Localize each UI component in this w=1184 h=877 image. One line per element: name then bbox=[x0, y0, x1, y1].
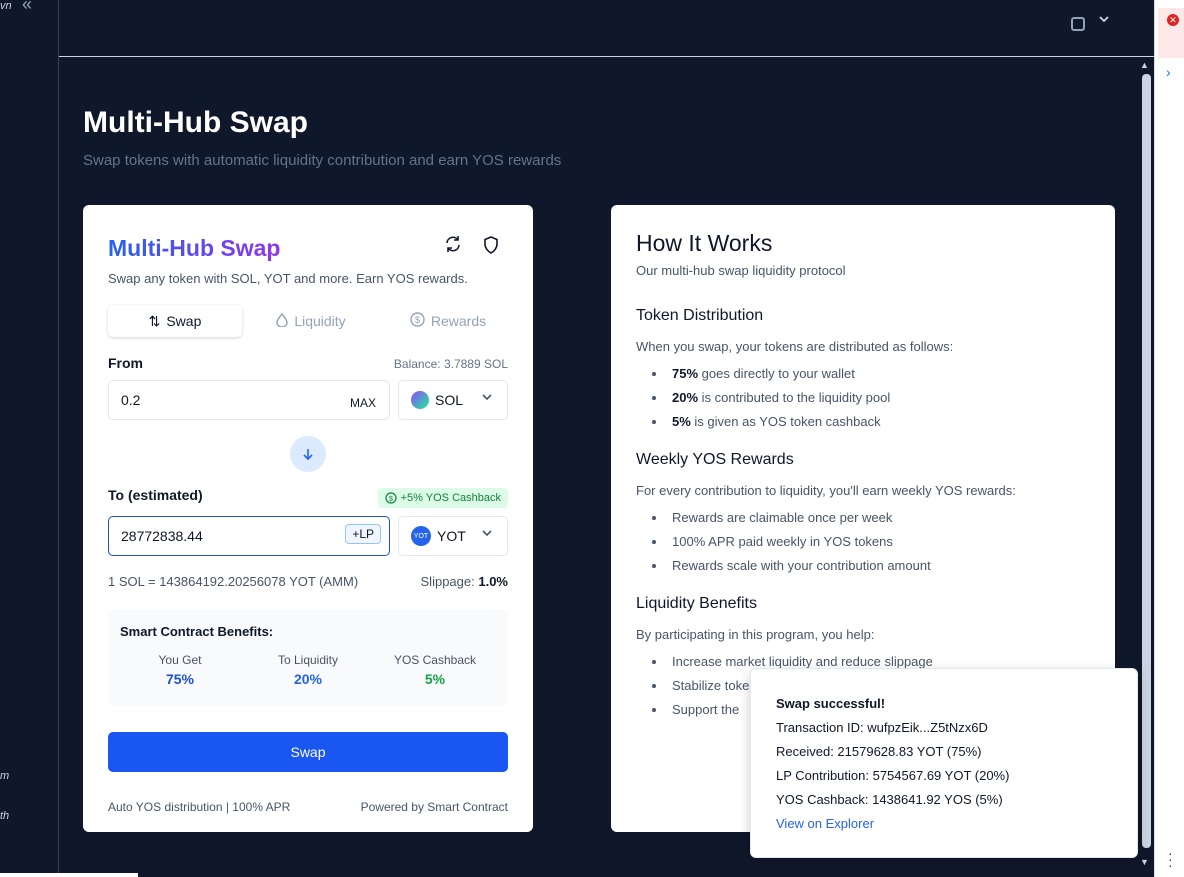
scrollbar-thumb[interactable] bbox=[1142, 74, 1151, 848]
from-label: From bbox=[108, 355, 143, 371]
swap-card-subtitle: Swap any token with SOL, YOT and more. E… bbox=[108, 271, 468, 286]
benefit-label: YOS Cashback bbox=[393, 653, 477, 667]
list-item: Rewards scale with your contribution amo… bbox=[652, 554, 931, 578]
toast-title: Swap successful! bbox=[776, 696, 886, 711]
benefits-panel: Smart Contract Benefits: You Get 75% To … bbox=[108, 609, 508, 706]
dollar-coin-icon: $ bbox=[385, 492, 397, 504]
sidebar-text-fragment: th bbox=[0, 810, 10, 822]
slippage-label: Slippage: bbox=[420, 574, 475, 589]
section-title: Token Distribution bbox=[636, 307, 764, 324]
max-button[interactable]: MAX bbox=[350, 396, 376, 410]
slippage-info: Slippage: 1.0% bbox=[421, 574, 508, 589]
swap-card-title: Multi-Hub Swap bbox=[108, 235, 281, 261]
arrow-down-icon bbox=[303, 449, 313, 461]
tab-label: Liquidity bbox=[294, 313, 346, 329]
to-token-select[interactable]: YOT YOT bbox=[398, 516, 508, 556]
cashback-badge: $ +5% YOS Cashback bbox=[377, 488, 508, 508]
to-amount-value: 28772838.44 bbox=[121, 528, 203, 544]
from-amount-value: 0.2 bbox=[121, 392, 141, 408]
collapse-sidebar-icon[interactable]: « bbox=[22, 0, 32, 15]
refresh-icon[interactable] bbox=[444, 235, 462, 258]
list-item: 20% is contributed to the liquidity pool bbox=[652, 386, 890, 410]
to-token-symbol: YOT bbox=[437, 528, 466, 544]
benefit-yos-cashback: YOS Cashback 5% bbox=[380, 653, 490, 687]
benefits-title: Smart Contract Benefits: bbox=[120, 624, 274, 639]
benefit-to-liquidity: To Liquidity 20% bbox=[253, 653, 363, 687]
chevron-down-icon bbox=[481, 391, 493, 406]
to-label: To (estimated) bbox=[108, 487, 203, 503]
swap-arrows-icon: ⇅ bbox=[148, 312, 161, 329]
tab-swap[interactable]: ⇅ Swap bbox=[108, 305, 242, 337]
benefit-value: 75% bbox=[165, 671, 195, 687]
dollar-coin-icon: $ bbox=[410, 312, 425, 330]
section-description: When you swap, your tokens are distribut… bbox=[636, 339, 954, 354]
more-options-icon[interactable]: · · · bbox=[1168, 846, 1173, 872]
tab-label: Rewards bbox=[430, 313, 487, 329]
from-token-symbol: SOL bbox=[435, 392, 464, 408]
tab-label: Swap bbox=[166, 313, 202, 329]
svg-text:$: $ bbox=[389, 496, 393, 503]
list-item: 100% APR paid weekly in YOS tokens bbox=[652, 530, 931, 554]
sol-token-icon bbox=[411, 391, 429, 409]
chevron-right-icon[interactable]: › bbox=[1166, 64, 1171, 80]
footer-right-text: Powered by Smart Contract bbox=[360, 800, 508, 814]
page-subtitle: Swap tokens with automatic liquidity con… bbox=[83, 152, 562, 169]
sidebar-text-fragment: m bbox=[0, 770, 10, 782]
bullet-list: Rewards are claimable once per week 100%… bbox=[652, 506, 931, 578]
scroll-down-icon[interactable]: ▼ bbox=[1140, 857, 1149, 867]
section-description: For every contribution to liquidity, you… bbox=[636, 483, 1016, 498]
section-title: Liquidity Benefits bbox=[636, 595, 757, 612]
sidebar-text-fragment: vn bbox=[0, 0, 12, 12]
list-item: Rewards are claimable once per week bbox=[652, 506, 931, 530]
switch-direction-button[interactable] bbox=[290, 436, 326, 472]
svg-text:$: $ bbox=[415, 315, 420, 325]
side-panel bbox=[1154, 0, 1184, 877]
from-amount-input[interactable]: 0.2 MAX bbox=[108, 380, 390, 420]
list-item: 75% goes directly to your wallet bbox=[652, 362, 890, 386]
benefit-label: To Liquidity bbox=[277, 653, 339, 667]
how-it-works-subtitle: Our multi-hub swap liquidity protocol bbox=[636, 263, 846, 278]
sidebar: vn m th bbox=[0, 0, 59, 877]
exchange-rate: 1 SOL = 143864192.20256078 YOT (AMM) bbox=[108, 574, 359, 589]
page-title: Multi-Hub Swap bbox=[83, 106, 308, 139]
view-on-explorer-link[interactable]: View on Explorer bbox=[776, 816, 874, 831]
how-it-works-title: How It Works bbox=[636, 230, 773, 256]
yot-token-icon: YOT bbox=[411, 526, 431, 546]
lp-badge: +LP bbox=[345, 524, 381, 544]
top-bar bbox=[59, 0, 1154, 57]
list-item: 5% is given as YOS token cashback bbox=[652, 410, 890, 434]
toast-lp-contribution: LP Contribution: 5754567.69 YOT (20%) bbox=[776, 768, 1010, 783]
toast-received: Received: 21579628.83 YOT (75%) bbox=[776, 744, 982, 759]
benefit-label: You Get bbox=[158, 653, 202, 667]
tab-liquidity[interactable]: Liquidity bbox=[251, 305, 371, 337]
chevron-down-icon bbox=[481, 527, 493, 542]
window-toggle-icon[interactable] bbox=[1071, 17, 1085, 31]
swap-button[interactable]: Swap bbox=[108, 732, 508, 772]
to-amount-input[interactable]: 28772838.44 +LP bbox=[108, 516, 390, 556]
scroll-up-icon[interactable]: ▲ bbox=[1140, 60, 1149, 70]
balance-text: Balance: 3.7889 SOL bbox=[393, 357, 508, 371]
toast-transaction-id: Transaction ID: wufpzEik...Z5tNzx6D bbox=[776, 720, 988, 735]
bullet-list: 75% goes directly to your wallet 20% is … bbox=[652, 362, 890, 434]
benefit-value: 20% bbox=[293, 671, 323, 687]
benefit-you-get: You Get 75% bbox=[125, 653, 235, 687]
cashback-badge-label: +5% YOS Cashback bbox=[400, 492, 501, 504]
shield-icon[interactable] bbox=[483, 236, 499, 254]
toast-cashback: YOS Cashback: 1438641.92 YOS (5%) bbox=[776, 792, 1003, 807]
chevron-down-icon[interactable] bbox=[1098, 12, 1110, 28]
section-description: By participating in this program, you he… bbox=[636, 627, 875, 642]
section-title: Weekly YOS Rewards bbox=[636, 451, 794, 468]
droplet-icon bbox=[276, 312, 289, 330]
benefit-value: 5% bbox=[424, 671, 446, 687]
tab-rewards[interactable]: $ Rewards bbox=[383, 305, 513, 337]
swap-card: Multi-Hub Swap Swap any token with SOL, … bbox=[83, 205, 533, 832]
footer-left-text: Auto YOS distribution | 100% APR bbox=[108, 800, 291, 814]
from-token-select[interactable]: SOL bbox=[398, 380, 508, 420]
bottom-indicator bbox=[0, 873, 138, 877]
success-toast: Swap successful! Transaction ID: wufpzEi… bbox=[750, 668, 1138, 858]
slippage-value: 1.0% bbox=[478, 574, 508, 589]
error-icon[interactable]: ✕ bbox=[1167, 14, 1179, 26]
